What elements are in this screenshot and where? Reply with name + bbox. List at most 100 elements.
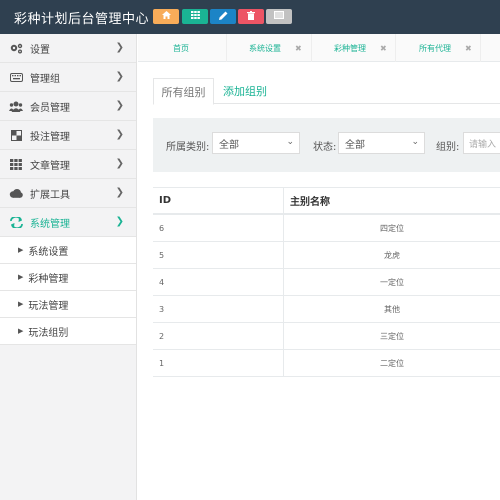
tab-divider (226, 34, 227, 62)
page-tabs: 首页 系统设置 ✖ 彩种管理 ✖ 所有代理 ✖ (138, 34, 500, 62)
sidebar-subitem-label: 玩法组别 (28, 327, 69, 339)
sidebar-item-label: 管理组 (30, 73, 60, 85)
sidebar-item-label: 投注管理 (30, 131, 70, 143)
chevron-right-icon: ❯ (115, 129, 124, 140)
sidebar-item-extensions[interactable]: 扩展工具 ❯ (0, 179, 136, 208)
grid-icon (190, 11, 200, 22)
cloud-icon (9, 187, 23, 199)
close-icon[interactable]: ✖ (380, 44, 387, 53)
cell-name: 龙虎 (384, 250, 400, 260)
sidebar-item-label: 文章管理 (30, 160, 70, 172)
users-icon (9, 100, 23, 112)
sidebar-subitem-label: 彩种管理 (28, 273, 69, 285)
tab-add-group[interactable]: 添加组别 (223, 78, 267, 104)
edit-button[interactable] (210, 9, 236, 24)
close-icon[interactable]: ✖ (465, 44, 472, 53)
top-bar: 彩种计划后台管理中心 (0, 0, 500, 34)
table-row[interactable]: 5 龙虎 (153, 241, 500, 269)
filter-bar: 所属类别: 全部 ⌄ 状态: 全部 ⌄ 组别: 请输入 (153, 118, 500, 172)
table-header: ID 主别名称 (153, 187, 500, 215)
column-header-name[interactable]: 主别名称 (284, 193, 330, 208)
category-label: 所属类别: (166, 142, 210, 153)
chevron-right-icon: ❯ (115, 71, 124, 82)
chevron-right-icon: ❯ (115, 42, 124, 53)
content-tabs: 所有组别 添加组别 (153, 78, 500, 105)
sidebar-subitem-play-groups[interactable]: ▶ 玩法组别 (0, 318, 136, 345)
sidebar-item-settings[interactable]: 设置 ❯ (0, 34, 136, 63)
sidebar-item-members[interactable]: 会员管理 ❯ (0, 92, 136, 121)
gears-icon (9, 42, 23, 54)
list-icon (274, 11, 284, 22)
sidebar: 设置 ❯ 管理组 ❯ 会员管理 ❯ 投注管理 ❯ 文章管理 ❯ 扩展工具 ❯ 系… (0, 34, 137, 500)
groups-table: ID 主别名称 6 四定位 5 龙虎 4 一定位 3 其他 2 三定位 1 二定… (153, 187, 500, 377)
group-label: 组别: (436, 142, 460, 153)
list-button[interactable] (266, 9, 292, 24)
chevron-right-icon: ❯ (115, 216, 124, 227)
tab-home[interactable]: 首页 (173, 34, 189, 62)
table-row[interactable]: 4 一定位 (153, 268, 500, 296)
app-title: 彩种计划后台管理中心 (14, 12, 150, 27)
sidebar-subitem-lottery-types[interactable]: ▶ 彩种管理 (0, 264, 136, 291)
caret-right-icon: ▶ (18, 327, 24, 335)
cell-name: 四定位 (380, 223, 404, 233)
square-icon (9, 129, 23, 141)
chevron-down-icon: ⌄ (286, 137, 294, 147)
status-select[interactable]: 全部 ⌄ (338, 132, 425, 154)
cell-name: 一定位 (380, 277, 404, 287)
chevron-down-icon: ⌄ (411, 137, 419, 147)
sidebar-item-label: 会员管理 (30, 102, 70, 114)
chevron-right-icon: ❯ (115, 187, 124, 198)
tab-divider (311, 34, 312, 62)
tab-system-settings[interactable]: 系统设置 ✖ (249, 34, 302, 62)
status-select-value: 全部 (345, 139, 365, 151)
sidebar-subitem-system-settings[interactable]: ▶ 系统设置 (0, 237, 136, 264)
main-content: 所有组别 添加组别 所属类别: 全部 ⌄ 状态: 全部 ⌄ 组别: 请输入 ID… (138, 62, 500, 500)
tab-all-agents[interactable]: 所有代理 ✖ (419, 34, 472, 62)
tab-divider (395, 34, 396, 62)
cell-id: 5 (153, 241, 284, 269)
sidebar-item-label: 设置 (30, 44, 50, 56)
grid-button[interactable] (182, 9, 208, 24)
delete-button[interactable] (238, 9, 264, 24)
cell-name: 二定位 (380, 358, 404, 368)
cell-name: 三定位 (380, 331, 404, 341)
tab-lottery-types[interactable]: 彩种管理 ✖ (334, 34, 387, 62)
table-row[interactable]: 3 其他 (153, 295, 500, 323)
caret-right-icon: ▶ (18, 246, 24, 254)
sidebar-item-label: 扩展工具 (30, 189, 70, 201)
sidebar-item-bets[interactable]: 投注管理 ❯ (0, 121, 136, 150)
cell-id: 2 (153, 322, 284, 350)
sidebar-item-system[interactable]: 系统管理 ❯ (0, 208, 136, 237)
pencil-icon (218, 11, 228, 23)
sidebar-item-admin-group[interactable]: 管理组 ❯ (0, 63, 136, 92)
table-row[interactable]: 6 四定位 (153, 214, 500, 242)
sidebar-subitem-label: 玩法管理 (28, 300, 69, 312)
keyboard-icon (9, 71, 23, 83)
table-row[interactable]: 2 三定位 (153, 322, 500, 350)
close-icon[interactable]: ✖ (295, 44, 302, 53)
home-icon (161, 11, 171, 22)
group-input-placeholder: 请输入 (469, 139, 497, 150)
cell-id: 6 (153, 214, 284, 242)
tab-all-groups[interactable]: 所有组别 (153, 78, 214, 105)
sidebar-subitem-label: 系统设置 (28, 246, 69, 258)
caret-right-icon: ▶ (18, 273, 24, 281)
cell-id: 4 (153, 268, 284, 296)
category-select[interactable]: 全部 ⌄ (212, 132, 300, 154)
category-select-value: 全部 (219, 139, 239, 151)
cell-id: 3 (153, 295, 284, 323)
th-icon (9, 158, 23, 170)
cell-id: 1 (153, 349, 284, 377)
tab-divider (480, 34, 481, 62)
column-header-id[interactable]: ID (153, 187, 284, 214)
home-button[interactable] (153, 9, 179, 24)
chevron-right-icon: ❯ (115, 158, 124, 169)
sidebar-item-label: 系统管理 (30, 218, 70, 230)
trash-icon (247, 10, 255, 23)
sidebar-item-articles[interactable]: 文章管理 ❯ (0, 150, 136, 179)
table-row[interactable]: 1 二定位 (153, 349, 500, 377)
group-input[interactable]: 请输入 (463, 132, 500, 154)
sidebar-subitem-play-methods[interactable]: ▶ 玩法管理 (0, 291, 136, 318)
chevron-right-icon: ❯ (115, 100, 124, 111)
cell-name: 其他 (384, 304, 400, 314)
